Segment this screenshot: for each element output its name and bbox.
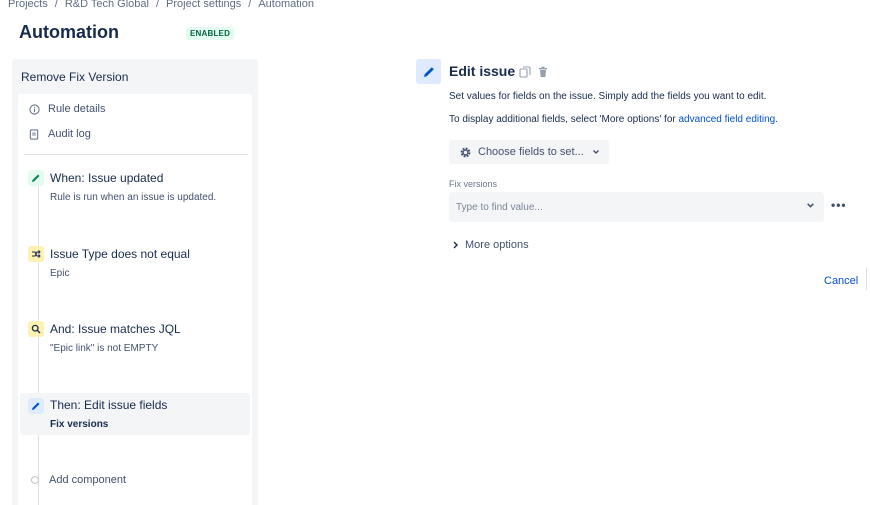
step-title: Then: Edit issue fields	[50, 398, 168, 412]
rule-components-card: Rule details Audit log When: Issue updat…	[18, 94, 252, 505]
step-subtitle: Epic	[50, 268, 70, 279]
breadcrumb-separator: /	[54, 0, 58, 10]
chevron-down-icon	[592, 148, 600, 156]
editor-description-more: To display additional fields, select 'Mo…	[449, 114, 778, 125]
fix-versions-label: Fix versions	[449, 179, 498, 189]
fix-versions-placeholder: Type to find value...	[456, 201, 543, 213]
branch-icon	[28, 246, 44, 262]
rule-panel: Remove Fix Version Rule details Audit lo…	[12, 59, 258, 505]
step-condition-jql[interactable]: And: Issue matches JQL "Epic link" is no…	[20, 317, 250, 357]
breadcrumb-project-settings[interactable]: Project settings	[166, 0, 241, 10]
scroll-edge	[866, 268, 867, 290]
trash-icon[interactable]	[537, 65, 549, 77]
step-trigger-issue-updated[interactable]: When: Issue updated Rule is run when an …	[20, 166, 250, 206]
cancel-button[interactable]: Cancel	[824, 275, 858, 287]
description-suffix: .	[775, 114, 779, 125]
page-title: Automation	[19, 22, 119, 42]
add-dot-icon	[31, 476, 39, 484]
step-action-edit-issue[interactable]: Then: Edit issue fields Fix versions	[20, 393, 250, 435]
fix-versions-select[interactable]: Type to find value...	[449, 192, 824, 222]
audit-log-link[interactable]: Audit log	[28, 128, 91, 140]
search-icon	[28, 321, 44, 337]
add-component-label: Add component	[49, 474, 127, 486]
more-options-toggle[interactable]: More options	[452, 239, 529, 251]
choose-fields-label: Choose fields to set...	[478, 146, 584, 158]
document-icon	[28, 128, 40, 140]
copy-icon[interactable]	[519, 65, 531, 78]
step-title: When: Issue updated	[50, 171, 164, 185]
pencil-icon	[28, 170, 44, 186]
more-options-label: More options	[465, 239, 529, 251]
menu-divider	[24, 154, 248, 155]
description-text: To display additional fields, select 'Mo…	[449, 114, 679, 125]
step-condition-issue-type[interactable]: Issue Type does not equal Epic	[20, 242, 250, 282]
editor-description: Set values for fields on the issue. Simp…	[449, 91, 767, 102]
step-subtitle: Rule is run when an issue is updated.	[50, 192, 217, 203]
step-title: And: Issue matches JQL	[50, 322, 181, 336]
breadcrumb-projects[interactable]: Projects	[8, 0, 48, 10]
add-component-button[interactable]: Add component	[28, 474, 126, 486]
breadcrumb-separator: /	[248, 0, 252, 10]
step-subtitle: Fix versions	[50, 419, 109, 430]
step-subtitle: "Epic link" is not EMPTY	[50, 343, 159, 354]
breadcrumb: Projects / R&D Tech Global / Project setting…	[8, 0, 314, 10]
more-actions-icon[interactable]: •••	[831, 198, 847, 212]
chevron-right-icon	[452, 241, 459, 249]
editor-title: Edit issue	[449, 63, 516, 79]
status-badge: ENABLED	[186, 27, 235, 40]
rule-details-link[interactable]: Rule details	[28, 103, 105, 115]
chevron-down-icon	[806, 201, 815, 210]
breadcrumb-project[interactable]: R&D Tech Global	[65, 0, 149, 10]
breadcrumb-separator: /	[155, 0, 160, 10]
choose-fields-button[interactable]: Choose fields to set...	[449, 140, 609, 164]
step-title: Issue Type does not equal	[50, 247, 190, 261]
advanced-field-editing-link[interactable]: advanced field editing	[679, 114, 776, 125]
breadcrumb-automation[interactable]: Automation	[258, 0, 314, 10]
gear-icon	[459, 146, 472, 159]
info-icon	[28, 103, 40, 115]
rule-name[interactable]: Remove Fix Version	[21, 70, 128, 84]
audit-log-label: Audit log	[48, 128, 91, 140]
pencil-icon	[28, 398, 44, 414]
pencil-icon	[416, 59, 441, 84]
rule-details-label: Rule details	[48, 103, 106, 115]
